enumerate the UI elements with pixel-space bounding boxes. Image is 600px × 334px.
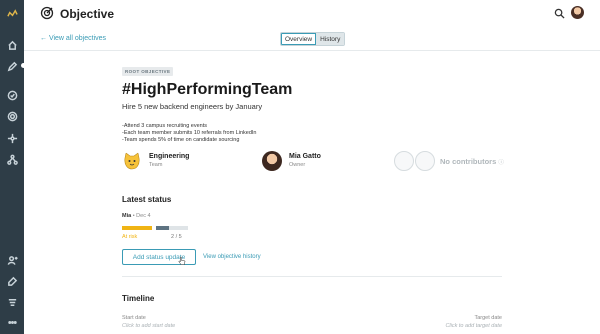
objective-icon: [40, 6, 54, 20]
status-author: Mia: [122, 213, 132, 219]
risk-bar: [122, 226, 152, 230]
no-contributors-label: No contributors ⓘ: [440, 157, 504, 166]
empty-contributor-avatar[interactable]: [415, 151, 435, 171]
people-row: Engineering Team Mia Gatto Owner No cont…: [122, 150, 512, 172]
view-toggle: Overview History: [280, 32, 346, 46]
description-line: -Team spends 5% of time on candidate sou…: [122, 137, 240, 143]
root-objective-badge: ROOT OBJECTIVE: [122, 67, 174, 76]
start-date-field[interactable]: Click to add start date: [122, 323, 175, 329]
target-date-label: Target date: [474, 315, 502, 321]
start-date-label: Start date: [122, 315, 146, 321]
team-role: Team: [149, 162, 163, 168]
search-icon[interactable]: [554, 8, 565, 19]
description-line: -Attend 3 campus recruiting events: [122, 123, 207, 129]
progress-bar-fill: [156, 226, 169, 230]
view-objective-history-link[interactable]: View objective history: [203, 254, 261, 260]
user-avatar[interactable]: [571, 6, 584, 19]
info-icon[interactable]: ⓘ: [498, 160, 504, 166]
target-date-field[interactable]: Click to add target date: [445, 323, 502, 329]
timeline-heading: Timeline: [122, 294, 155, 303]
status-date: • Dec 4: [132, 213, 151, 219]
sidebar: [0, 0, 26, 334]
compose-icon[interactable]: [4, 273, 20, 289]
owner-avatar: [262, 151, 282, 171]
no-contributors-text: No contributors: [440, 157, 497, 166]
empty-contributor-avatar[interactable]: [394, 151, 414, 171]
cat-icon: [124, 152, 140, 170]
progress-bar: [156, 226, 188, 230]
page-title: Objective: [60, 7, 115, 21]
target-icon[interactable]: [4, 108, 20, 124]
more-icon[interactable]: [4, 314, 20, 330]
latest-status-heading: Latest status: [122, 195, 172, 204]
owner-name: Mia Gatto: [289, 153, 321, 160]
objective-subtitle[interactable]: Hire 5 new backend engineers by January: [122, 102, 502, 111]
objective-title[interactable]: #HighPerformingTeam: [122, 81, 502, 99]
home-icon[interactable]: [4, 37, 20, 53]
top-bar: Objective: [24, 0, 600, 28]
hand-cursor-icon: [178, 256, 186, 265]
edit-icon[interactable]: [4, 58, 20, 74]
add-person-icon[interactable]: [4, 252, 20, 268]
filter-icon[interactable]: [4, 294, 20, 310]
active-indicator: [21, 63, 26, 68]
back-link[interactable]: ← View all objectives: [40, 35, 106, 42]
progress-label: 2 / 5: [171, 234, 182, 240]
network-icon[interactable]: [4, 130, 20, 146]
status-label: At risk: [122, 234, 138, 240]
description-line: -Each team member submits 10 referrals f…: [122, 130, 257, 136]
owner-role: Owner: [289, 162, 306, 168]
tab-overview[interactable]: Overview: [281, 33, 317, 45]
org-chart-icon[interactable]: [4, 151, 20, 167]
logo-icon[interactable]: [4, 5, 20, 21]
team-name: Engineering: [149, 153, 190, 160]
divider: [24, 50, 600, 51]
status-author-line: Mia • Dec 4: [122, 213, 151, 219]
objective-header: ROOT OBJECTIVE #HighPerformingTeam Hire …: [122, 60, 502, 144]
objective-description[interactable]: -Attend 3 campus recruiting events -Each…: [122, 123, 502, 144]
divider: [122, 276, 502, 277]
tab-history[interactable]: History: [316, 33, 345, 45]
check-circle-icon[interactable]: [4, 87, 20, 103]
